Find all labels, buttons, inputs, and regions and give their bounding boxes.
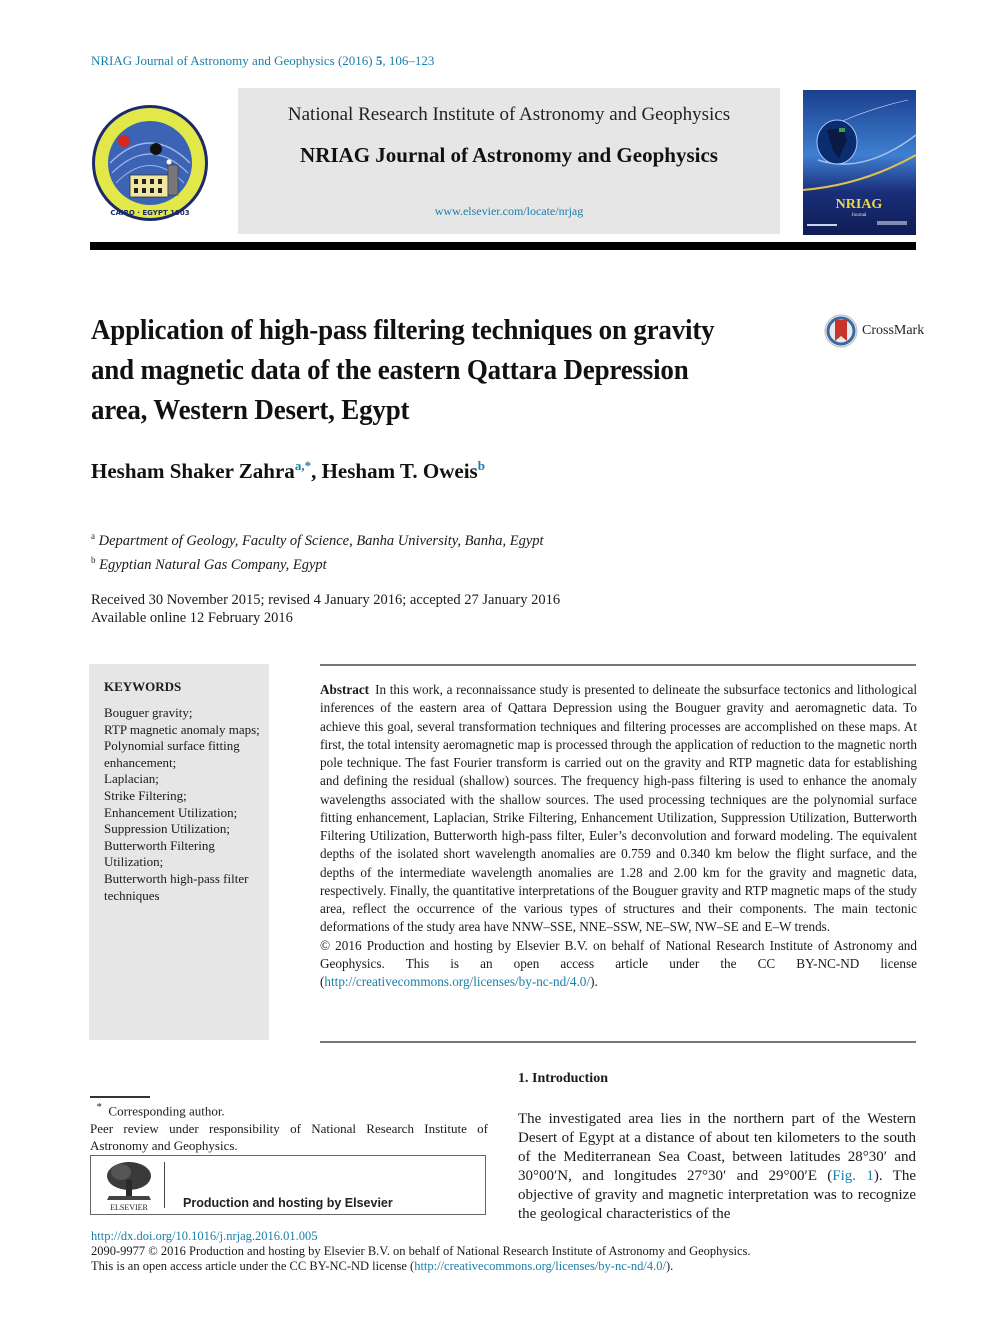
author-name: Hesham T. Oweis [321, 459, 478, 483]
corresponding-author-note: * Corresponding author. [90, 1099, 488, 1120]
journal-cover: NRIAG Journal [802, 90, 917, 235]
section-heading-introduction: 1. Introduction [518, 1071, 608, 1086]
cover-title: NRIAG [836, 197, 883, 212]
abstract-text: In this work, a reconnaissance study is … [320, 682, 917, 935]
article-dates: Received 30 November 2015; revised 4 Jan… [91, 591, 560, 627]
affiliation-mark: a [91, 531, 95, 541]
copyright-end: ). [590, 974, 598, 989]
elsevier-hosting-box: ELSEVIER Production and hosting by Elsev… [90, 1155, 486, 1215]
crossmark-label: CrossMark [862, 323, 925, 338]
production-hosting-text: Production and hosting by Elsevier [183, 1196, 393, 1210]
author-affiliation-link[interactable]: a,* [295, 458, 311, 473]
footer-license-link[interactable]: http://creativecommons.org/licenses/by-n… [414, 1259, 666, 1273]
affiliation-text: Egyptian Natural Gas Company, Egypt [99, 556, 327, 573]
abstract: Abstract In this work, a reconnaissance s… [320, 681, 917, 991]
abstract-copyright: © 2016 Production and hosting by Elsevie… [320, 937, 917, 992]
keyword-item: Butterworth high-pass filter techniques [104, 870, 249, 903]
citation-journal: NRIAG Journal of Astronomy and Geophysic… [91, 53, 373, 68]
journal-name: NRIAG Journal of Astronomy and Geophysic… [300, 143, 718, 167]
keywords-list: Bouguer gravity; RTP magnetic anomaly ma… [104, 705, 266, 904]
keyword-item: Polynomial surface fitting enhancement; [104, 738, 240, 770]
elsevier-tree-icon: ELSEVIER [107, 1162, 151, 1212]
svg-text:CAIRO · EGYPT 1903: CAIRO · EGYPT 1903 [110, 209, 189, 217]
affiliation-item: a Department of Geology, Faculty of Scie… [91, 527, 544, 551]
footnotes: * Corresponding author. Peer review unde… [90, 1099, 488, 1155]
keyword-item: RTP magnetic anomaly maps; [104, 721, 260, 737]
author-separator: , [311, 459, 322, 483]
footnote-text: Corresponding author. [108, 1103, 225, 1119]
journal-header: National Research Institute of Astronomy… [238, 88, 780, 234]
figure-link[interactable]: Fig. 1 [832, 1168, 874, 1184]
abstract-paragraph: Abstract In this work, a reconnaissance s… [320, 681, 917, 937]
author-name: Hesham Shaker Zahra [91, 459, 295, 483]
crossmark-icon [824, 314, 858, 348]
footnote-mark: * [96, 1101, 102, 1113]
keyword-item: Bouguer gravity; [104, 705, 193, 720]
license-link[interactable]: http://creativecommons.org/licenses/by-n… [324, 974, 590, 989]
article-title: Application of high-pass filtering techn… [91, 314, 715, 426]
abstract-bottom-rule [320, 1041, 916, 1043]
header-rule [90, 242, 916, 250]
cover-subtitle: Journal [852, 213, 867, 218]
license-line: This is an open access article under the… [91, 1259, 673, 1274]
affiliation-mark: b [91, 554, 96, 565]
footnote-rule [90, 1096, 150, 1098]
institute-name: National Research Institute of Astronomy… [287, 104, 731, 125]
available-online-date: Available online 12 February 2016 [91, 610, 293, 626]
affiliation-item: b Egyptian Natural Gas Company, Egypt [91, 551, 544, 575]
peer-review-note: Peer review under responsibility of Nati… [90, 1120, 488, 1154]
elsevier-logo-text: ELSEVIER [110, 1203, 148, 1212]
issn-line: 2090-9977 © 2016 Production and hosting … [91, 1244, 751, 1258]
keyword-item: Laplacian; [104, 771, 159, 787]
introduction-body: The investigated area lies in the northe… [518, 1110, 916, 1223]
author-affiliation-link[interactable]: b [478, 458, 485, 473]
affiliations: a Department of Geology, Faculty of Scie… [91, 527, 544, 575]
keyword-item: Butterworth Filtering Utilization; [104, 837, 215, 870]
elsevier-logo: ELSEVIER [99, 1160, 159, 1212]
institute-seal-icon: CAIRO · EGYPT 1903 [92, 105, 208, 221]
license-suffix: ). [665, 1259, 674, 1273]
journal-url-link[interactable]: www.elsevier.com/locate/nrjag [238, 204, 780, 219]
keyword-item: Enhancement Utilization; [104, 804, 238, 820]
elsevier-divider [164, 1162, 165, 1208]
abstract-label: Abstract [320, 682, 370, 697]
institute-logo: CAIRO · EGYPT 1903 [90, 103, 210, 223]
keywords-box: KEYWORDS Bouguer gravity; RTP magnetic a… [89, 664, 269, 1040]
keyword-item: Suppression Utilization; [104, 821, 231, 837]
keywords-title: KEYWORDS [104, 679, 182, 694]
journal-citation[interactable]: NRIAG Journal of Astronomy and Geophysic… [91, 53, 434, 69]
crossmark-button[interactable]: CrossMark [824, 314, 924, 348]
keyword-item: Strike Filtering; [104, 787, 187, 803]
abstract-top-rule [320, 664, 916, 666]
license-prefix: This is an open access article under the… [91, 1259, 415, 1273]
citation-pages: , 106–123 [382, 53, 435, 68]
journal-cover-image-icon: NRIAG Journal [802, 90, 917, 235]
author-list: Hesham Shaker Zahraa,*, Hesham T. Oweisb [91, 458, 485, 484]
doi-link[interactable]: http://dx.doi.org/10.1016/j.nrjag.2016.0… [91, 1229, 318, 1244]
affiliation-text: Department of Geology, Faculty of Scienc… [98, 532, 544, 549]
received-dates: Received 30 November 2015; revised 4 Jan… [91, 592, 561, 608]
